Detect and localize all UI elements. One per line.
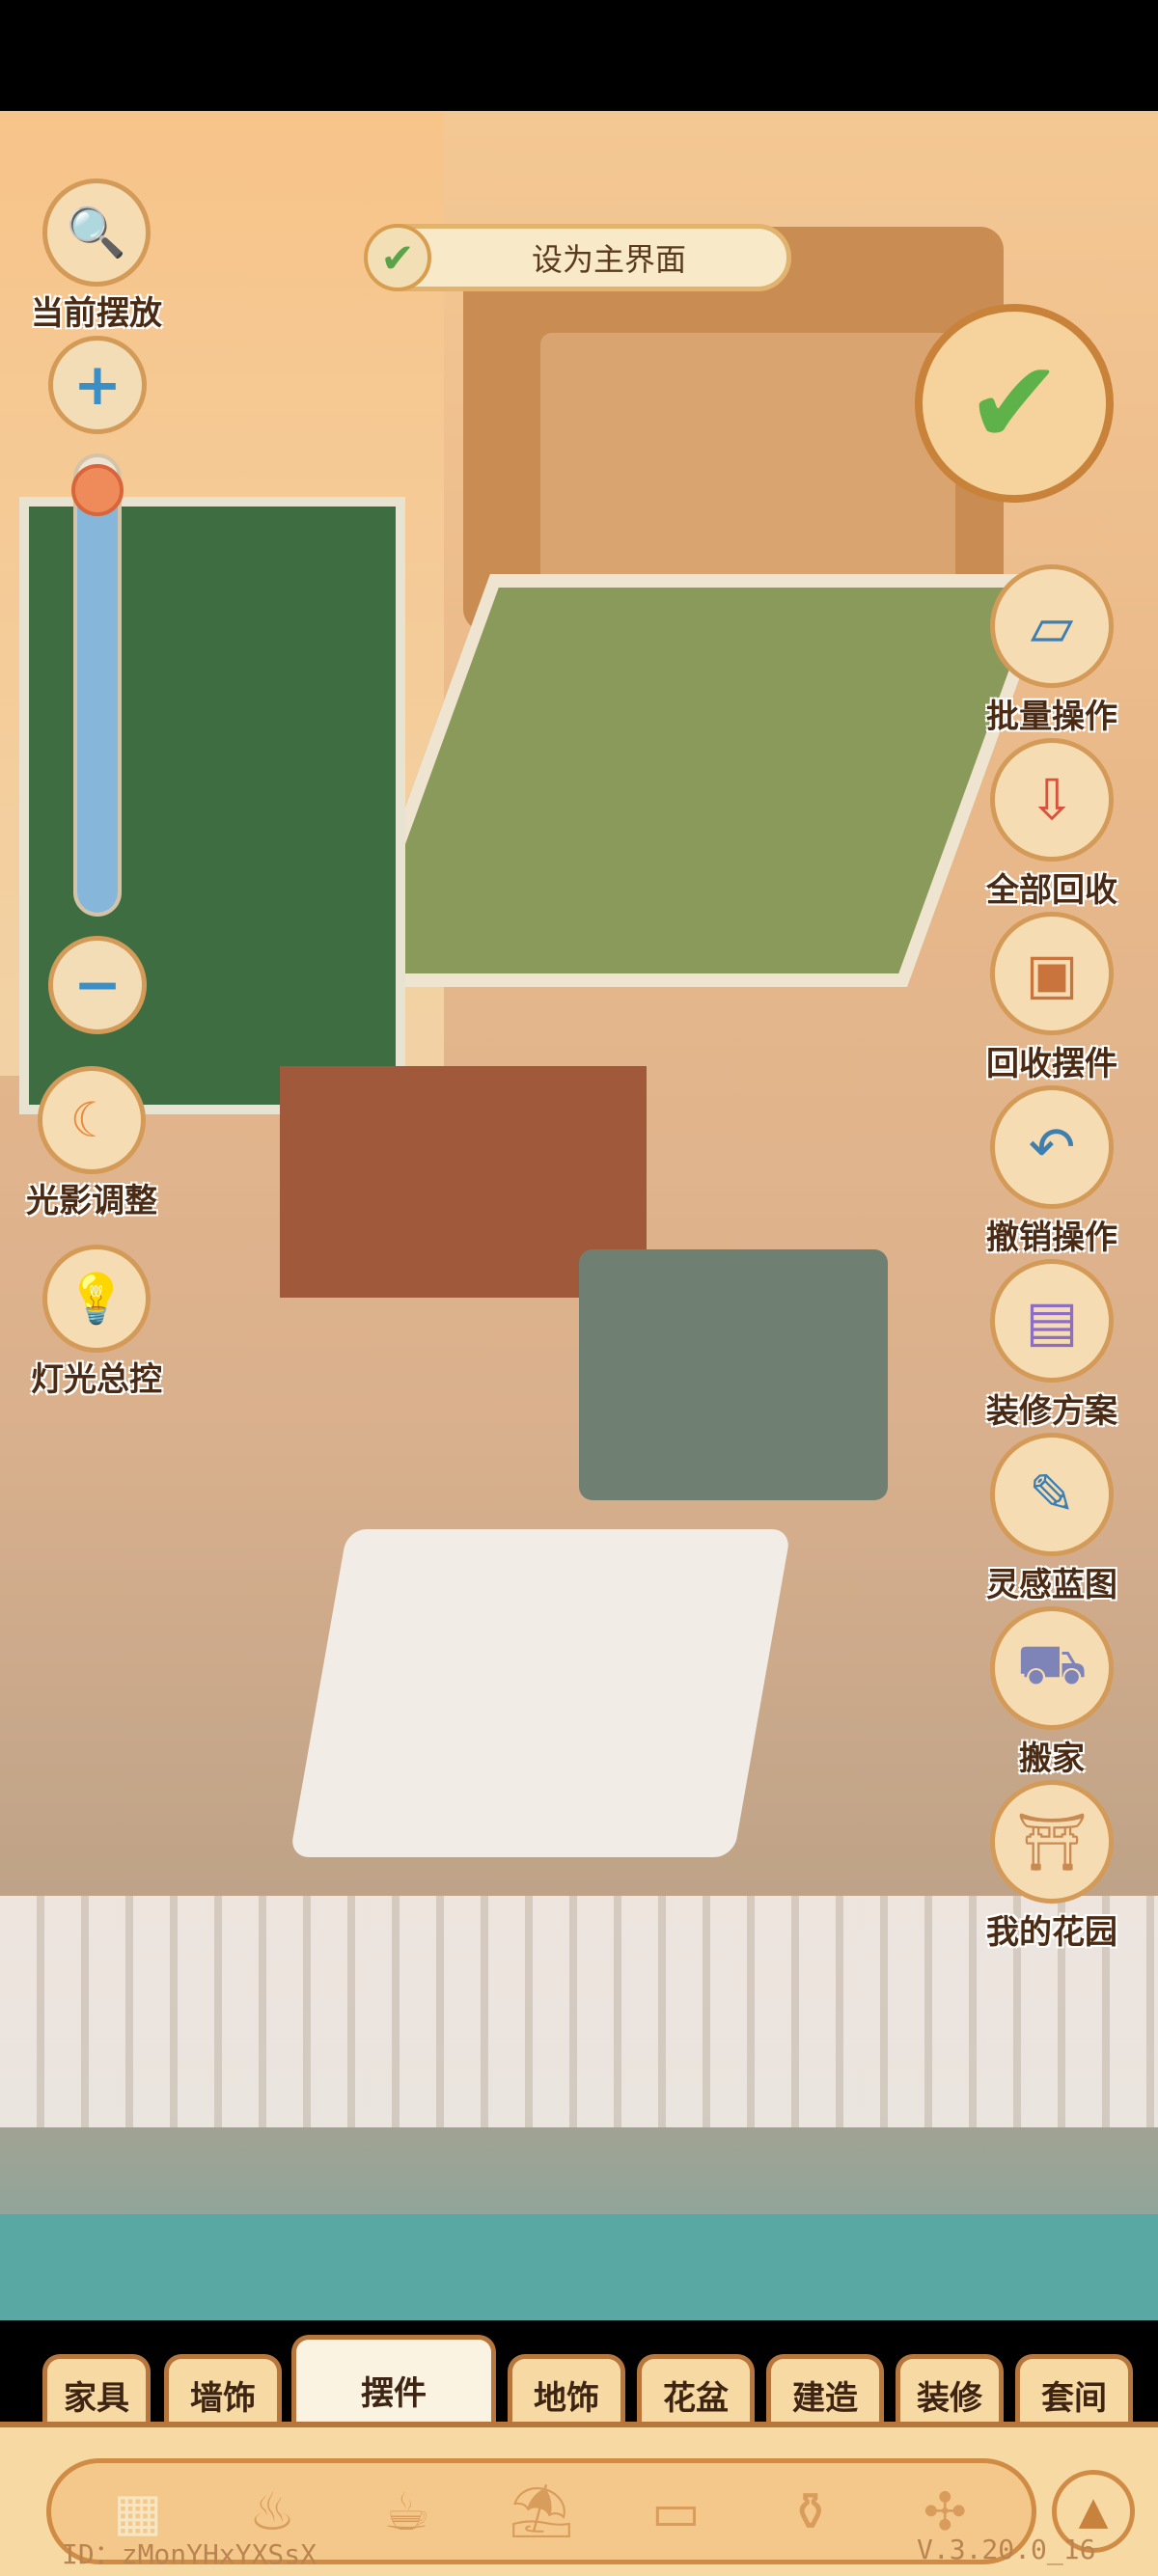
decoration-plan-label: 装修方案 — [986, 1392, 1117, 1431]
green-rug[interactable] — [340, 574, 1058, 987]
light-control-button[interactable]: 💡 灯光总控 — [5, 1245, 188, 1400]
zoom-slider[interactable] — [73, 453, 122, 917]
confirm-button[interactable]: ✔ — [915, 304, 1114, 503]
current-placement-button[interactable]: 🔍 当前摆放 — [5, 178, 188, 334]
move-house-button[interactable]: ⛟ 搬家 — [979, 1606, 1124, 1779]
water — [0, 2214, 1158, 2320]
recycle-all-icon: ⇩ — [990, 738, 1114, 862]
player-id: ID：zMonYHxYXSsX — [62, 2538, 317, 2570]
my-garden-label: 我的花园 — [986, 1913, 1117, 1952]
set-main-interface-label: 设为主界面 — [531, 241, 686, 278]
light-shadow-label: 光影调整 — [26, 1182, 157, 1220]
zoom-slider-thumb[interactable] — [71, 464, 124, 517]
tab-wall-decor[interactable]: 墙饰 — [164, 2354, 282, 2431]
tab-build[interactable]: 建造 — [766, 2354, 884, 2431]
recycle-item-label: 回收摆件 — [986, 1045, 1117, 1083]
bulb-icon: 💡 — [42, 1245, 151, 1353]
recycle-all-button[interactable]: ⇩ 全部回收 — [979, 738, 1124, 911]
batch-icon: ▱ — [990, 564, 1114, 688]
plan-icon: ▤ — [990, 1259, 1114, 1383]
light-control-label: 灯光总控 — [31, 1360, 162, 1399]
truck-icon: ⛟ — [990, 1606, 1114, 1730]
checkmark-icon: ✔ — [364, 224, 431, 291]
zoom-out-button[interactable]: − — [48, 936, 147, 1034]
checkmark-icon: ✔ — [965, 336, 1063, 471]
tab-furniture[interactable]: 家具 — [42, 2354, 151, 2431]
blueprint-button[interactable]: ✎ 灵感蓝图 — [979, 1433, 1124, 1605]
undo-icon: ↶ — [990, 1085, 1114, 1209]
undo-button[interactable]: ↶ 撤销操作 — [979, 1085, 1124, 1258]
zoom-in-button[interactable]: + — [48, 336, 147, 434]
search-icon: 🔍 — [42, 178, 151, 287]
move-house-label: 搬家 — [1019, 1740, 1085, 1778]
version-text: V.3.20.0_16 — [917, 2534, 1096, 2565]
blueprint-icon: ✎ — [990, 1433, 1114, 1556]
recycle-all-label: 全部回收 — [986, 871, 1117, 910]
tab-floor-decor[interactable]: 地饰 — [508, 2354, 625, 2431]
undo-label: 撤销操作 — [986, 1219, 1117, 1257]
bed-blanket — [540, 333, 955, 603]
my-garden-button[interactable]: ⛩ 我的花园 — [979, 1780, 1124, 1953]
tab-flowerpots[interactable]: 花盆 — [637, 2354, 755, 2431]
batch-operation-label: 批量操作 — [986, 698, 1117, 736]
recycle-item-button[interactable]: ▣ 回收摆件 — [979, 912, 1124, 1084]
garden-icon: ⛩ — [990, 1780, 1114, 1904]
current-placement-label: 当前摆放 — [31, 294, 162, 333]
light-shadow-button[interactable]: ☾ 光影调整 — [0, 1066, 183, 1221]
cup-icon[interactable]: ☕ — [361, 2465, 454, 2558]
blueprint-label: 灵感蓝图 — [986, 1566, 1117, 1604]
recycle-item-icon: ▣ — [990, 912, 1114, 1035]
status-bar-area — [0, 0, 1158, 111]
tab-renovation[interactable]: 装修 — [896, 2354, 1004, 2431]
batch-operation-button[interactable]: ▱ 批量操作 — [979, 564, 1124, 737]
pillow-icon[interactable]: ▭ — [629, 2465, 722, 2558]
zoom-fill — [77, 493, 118, 913]
lamp-icon[interactable]: ⛱ — [495, 2465, 588, 2558]
dining-table[interactable] — [290, 1529, 791, 1857]
chevron-up-icon: ▲ — [1078, 2489, 1109, 2534]
tab-suite[interactable]: 套间 — [1015, 2354, 1133, 2431]
stove[interactable] — [579, 1249, 888, 1500]
sun-moon-icon: ☾ — [38, 1066, 146, 1174]
vase-icon[interactable]: ⚱ — [764, 2465, 857, 2558]
set-main-interface-toggle[interactable]: ✔ 设为主界面 — [364, 224, 791, 291]
decoration-plan-button[interactable]: ▤ 装修方案 — [979, 1259, 1124, 1432]
